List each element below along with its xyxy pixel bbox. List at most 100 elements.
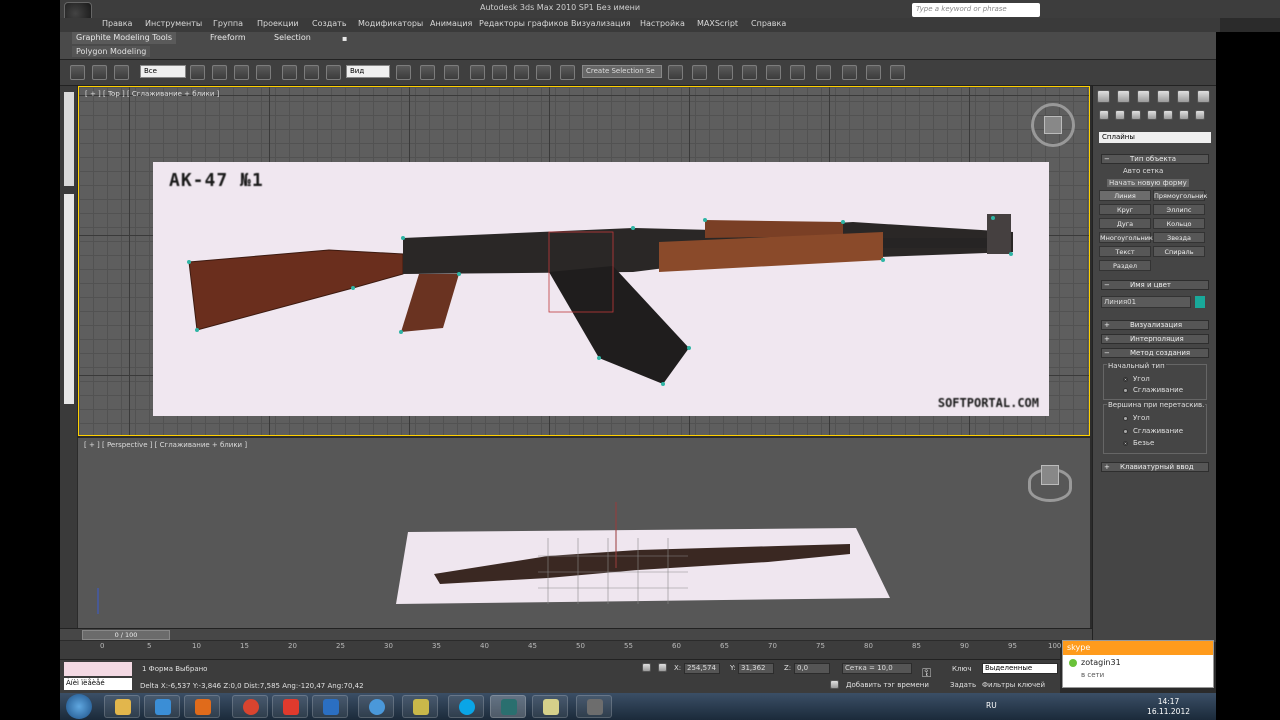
- track-bar[interactable]: 0 5 10 15 20 25 30 35 40 45 50 55 60 65 …: [60, 641, 1061, 659]
- object-color-swatch[interactable]: [1195, 296, 1205, 308]
- menu-item-animation[interactable]: Анимация: [430, 19, 472, 28]
- taskbar-mail[interactable]: [312, 695, 348, 718]
- side-panel-list[interactable]: [64, 92, 74, 186]
- systems-icon[interactable]: [1195, 110, 1205, 120]
- helix-button[interactable]: Спираль: [1153, 246, 1205, 257]
- arc-button[interactable]: Дуга: [1099, 218, 1151, 229]
- spinner-snap-icon[interactable]: [536, 65, 551, 80]
- lights-icon[interactable]: [1131, 110, 1141, 120]
- menu-item-rendering[interactable]: Визуализация: [571, 19, 631, 28]
- graphite-toggle-icon[interactable]: [742, 65, 757, 80]
- angle-snap-icon[interactable]: [492, 65, 507, 80]
- hierarchy-tab-icon[interactable]: [1137, 90, 1150, 103]
- reference-coord-dropdown[interactable]: Вид: [346, 65, 390, 78]
- layer-manager-icon[interactable]: [718, 65, 733, 80]
- viewport-label-top[interactable]: [ + ] [ Top ] [ Сглаживание + блики ]: [85, 90, 219, 98]
- x-coordinate-field[interactable]: 254,574: [684, 663, 720, 674]
- rollout-interpolation[interactable]: + Интерполяция: [1101, 334, 1209, 344]
- modify-tab-icon[interactable]: [1117, 90, 1130, 103]
- taskbar-media[interactable]: [184, 695, 220, 718]
- viewcube-perspective[interactable]: [1028, 465, 1072, 502]
- tab-selection[interactable]: Selection: [270, 32, 315, 44]
- y-coordinate-field[interactable]: 31,362: [738, 663, 774, 674]
- select-manipulate-icon[interactable]: [420, 65, 435, 80]
- rendered-frame-icon[interactable]: [866, 65, 881, 80]
- rollout-object-type[interactable]: − Тип объекта: [1101, 154, 1209, 164]
- text-button[interactable]: Текст: [1099, 246, 1151, 257]
- menu-item-customize[interactable]: Настройка: [640, 19, 685, 28]
- material-editor-icon[interactable]: [816, 65, 831, 80]
- taskbar-yandex[interactable]: [272, 695, 308, 718]
- window-crossing-icon[interactable]: [256, 65, 271, 80]
- time-slider-thumb[interactable]: 0 / 100: [82, 630, 170, 640]
- taskbar-skype[interactable]: [448, 695, 484, 718]
- named-selection-set-dropdown[interactable]: Create Selection Se: [582, 65, 662, 78]
- drag-smooth-radio[interactable]: [1123, 429, 1128, 434]
- menu-item-help[interactable]: Справка: [751, 19, 786, 28]
- percent-snap-icon[interactable]: [514, 65, 529, 80]
- curve-editor-icon[interactable]: [766, 65, 781, 80]
- maxscript-listener-mini[interactable]: [64, 662, 132, 676]
- menu-item-create[interactable]: Создать: [312, 19, 347, 28]
- star-button[interactable]: Звезда: [1153, 232, 1205, 243]
- set-key-label[interactable]: Задать: [950, 681, 976, 689]
- menu-item-maxscript[interactable]: MAXScript: [697, 19, 738, 28]
- z-coordinate-field[interactable]: 0,0: [794, 663, 830, 674]
- menu-item-modifiers[interactable]: Модификаторы: [358, 19, 423, 28]
- taskbar-document[interactable]: [532, 695, 568, 718]
- viewport-perspective[interactable]: [ + ] [ Perspective ] [ Сглаживание + бл…: [78, 438, 1090, 628]
- time-slider[interactable]: 0 / 100: [60, 628, 1092, 640]
- skype-contact-name[interactable]: zotagin31: [1081, 658, 1121, 667]
- lock-selection-icon[interactable]: [642, 663, 651, 672]
- rectangle-button[interactable]: Прямоугольник: [1153, 190, 1207, 201]
- create-tab-icon[interactable]: [1097, 90, 1110, 103]
- menu-item-edit[interactable]: Правка: [102, 19, 132, 28]
- menu-item-tools[interactable]: Инструменты: [145, 19, 202, 28]
- menu-item-views[interactable]: Проекции: [257, 19, 299, 28]
- key-mode-dropdown[interactable]: Выделенные: [982, 663, 1058, 674]
- taskbar-3dsmax[interactable]: [490, 695, 526, 718]
- move-icon[interactable]: [282, 65, 297, 80]
- initial-smooth-radio[interactable]: [1123, 388, 1128, 393]
- schematic-view-icon[interactable]: [790, 65, 805, 80]
- viewcube-face-icon[interactable]: [1041, 465, 1059, 485]
- geometry-icon[interactable]: [1099, 110, 1109, 120]
- cameras-icon[interactable]: [1147, 110, 1157, 120]
- ellipse-button[interactable]: Эллипс: [1153, 204, 1205, 215]
- section-button[interactable]: Раздел: [1099, 260, 1151, 271]
- search-input[interactable]: Type a keyword or phrase: [912, 3, 1040, 17]
- taskbar-tool[interactable]: [576, 695, 612, 718]
- render-setup-icon[interactable]: [842, 65, 857, 80]
- transform-mode-icon[interactable]: [658, 663, 667, 672]
- key-icon[interactable]: ⚿: [922, 666, 931, 681]
- panel-polygon-modeling[interactable]: Polygon Modeling: [72, 46, 151, 57]
- mirror-icon[interactable]: [668, 65, 683, 80]
- helpers-icon[interactable]: [1163, 110, 1173, 120]
- selection-filter-dropdown[interactable]: Все: [140, 65, 186, 78]
- snaps-toggle-icon[interactable]: [470, 65, 485, 80]
- ribbon-options-icon[interactable]: ▪: [338, 33, 351, 45]
- utilities-tab-icon[interactable]: [1197, 90, 1210, 103]
- unlink-icon[interactable]: [92, 65, 107, 80]
- taskbar-notes[interactable]: [402, 695, 438, 718]
- viewcube-face-icon[interactable]: [1044, 116, 1062, 134]
- spacewarps-icon[interactable]: [1179, 110, 1189, 120]
- object-name-field[interactable]: Линия01: [1101, 296, 1191, 308]
- add-time-tag-label[interactable]: Добавить тэг времени: [846, 681, 929, 689]
- rollout-rendering[interactable]: + Визуализация: [1101, 320, 1209, 330]
- taskbar-app[interactable]: [358, 695, 394, 718]
- ngon-button[interactable]: Многоугольник: [1099, 232, 1153, 243]
- select-by-name-icon[interactable]: [212, 65, 227, 80]
- circle-button[interactable]: Круг: [1099, 204, 1151, 215]
- display-tab-icon[interactable]: [1177, 90, 1190, 103]
- autogrid-checkbox[interactable]: Авто сетка: [1123, 167, 1163, 175]
- drag-corner-radio[interactable]: [1123, 416, 1128, 421]
- rollout-keyboard-entry[interactable]: + Клавиатурный ввод: [1101, 462, 1209, 472]
- tab-graphite-modeling-tools[interactable]: Graphite Modeling Tools: [72, 32, 177, 44]
- category-dropdown[interactable]: Сплайны: [1099, 132, 1211, 143]
- select-object-icon[interactable]: [190, 65, 205, 80]
- keyboard-shortcut-icon[interactable]: [444, 65, 459, 80]
- motion-tab-icon[interactable]: [1157, 90, 1170, 103]
- bind-spacewarp-icon[interactable]: [114, 65, 129, 80]
- taskbar-explorer[interactable]: [104, 695, 140, 718]
